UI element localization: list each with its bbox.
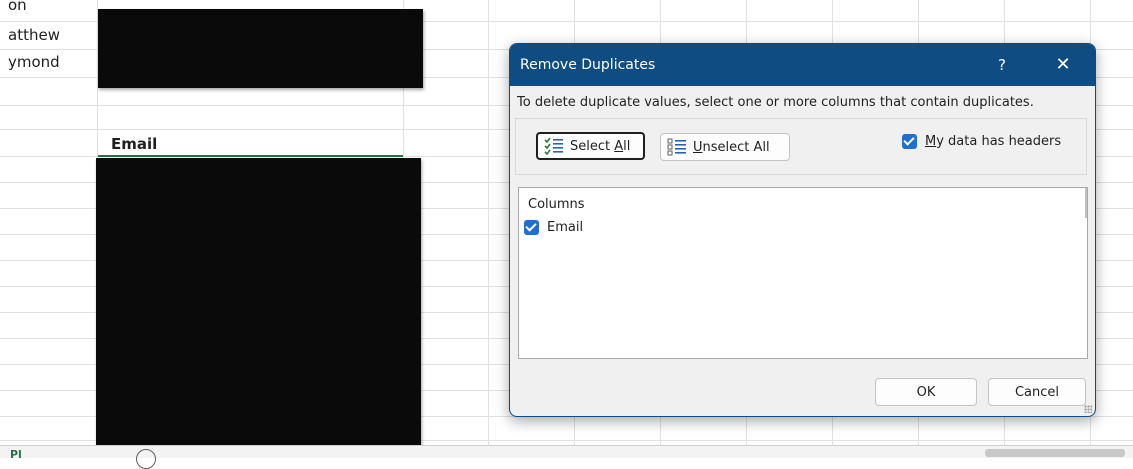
redacted-block	[96, 158, 421, 447]
select-all-label: Select All	[570, 138, 631, 154]
add-sheet-button[interactable]	[136, 449, 156, 469]
select-all-button[interactable]: Select All	[536, 132, 645, 160]
select-all-icon	[544, 137, 563, 155]
my-data-has-headers-checkbox[interactable]: My data has headers	[902, 134, 1061, 149]
selection-border	[98, 155, 403, 157]
ok-button[interactable]: OK	[875, 378, 977, 406]
column-item-label: Email	[547, 220, 584, 235]
unselect-all-button[interactable]: Unselect All	[660, 133, 790, 161]
unselect-all-label: Unselect All	[693, 139, 770, 155]
cell-name[interactable]: atthew	[8, 26, 60, 44]
sheet-tab[interactable]: Pl	[10, 448, 22, 461]
list-scrollbar[interactable]	[1085, 188, 1087, 218]
remove-duplicates-dialog: Remove Duplicates ? ✕ To delete duplicat…	[509, 43, 1096, 417]
cell-name[interactable]: on	[8, 0, 27, 14]
dialog-instructions: To delete duplicate values, select one o…	[517, 95, 1034, 110]
email-header-cell[interactable]: Email	[111, 135, 157, 153]
resize-grip-icon[interactable]	[1084, 405, 1092, 413]
dialog-title: Remove Duplicates	[520, 57, 656, 73]
horizontal-scrollbar[interactable]	[985, 449, 1125, 457]
dialog-titlebar[interactable]: Remove Duplicates ? ✕	[510, 44, 1095, 86]
grid-col-line	[488, 0, 489, 445]
cancel-button[interactable]: Cancel	[988, 378, 1086, 406]
close-button[interactable]: ✕	[1050, 52, 1076, 78]
redacted-block	[98, 9, 423, 88]
column-item-email[interactable]: Email	[524, 220, 583, 235]
unselect-all-icon	[667, 138, 686, 156]
cell-name[interactable]: ymond	[8, 53, 60, 71]
columns-header: Columns	[528, 197, 585, 212]
headers-checkbox-label: My data has headers	[925, 134, 1062, 149]
help-button[interactable]: ?	[990, 52, 1014, 78]
checkbox-checked-icon[interactable]	[902, 134, 917, 149]
sheet-tab-bar	[0, 445, 1133, 458]
checkbox-checked-icon[interactable]	[524, 220, 539, 235]
columns-listbox[interactable]: Columns Email	[518, 187, 1088, 359]
